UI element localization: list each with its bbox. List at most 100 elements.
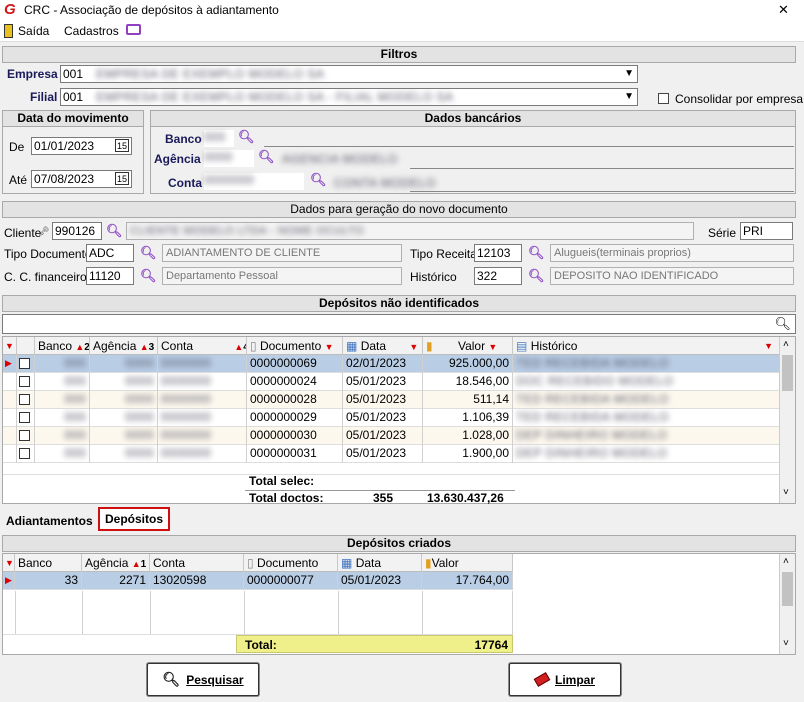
table-row[interactable]: 000 0000 0000000 0000000030 05/01/2023 1.028,… [3,427,779,445]
menu-bar: Saída Cadastros [0,20,804,42]
filter-indicator-icon[interactable]: ▼ [3,554,15,572]
search-icon[interactable]: 🔍︎ [528,268,545,284]
scroll-up-icon[interactable]: ˄ [783,339,789,350]
row-indicator-icon [3,373,17,391]
filter-indicator-icon[interactable]: ▼ [3,337,17,355]
filial-select[interactable]: 001 EMPRESA DE EXEMPLO MODELO SA - FILIA… [60,88,638,106]
limpar-button[interactable]: Limpar [509,663,621,696]
search-icon[interactable]: 🔍︎ [774,316,791,332]
search-icon[interactable]: 🔍︎ [238,129,255,145]
data-ate-input[interactable]: 07/08/2023 15 [31,170,132,188]
criados-total-bar: Total: 17764 [236,635,513,653]
scroll-down-icon[interactable]: ˅ [783,638,789,649]
historico-desc: DEPOSITO NAO IDENTIFICADO [554,270,719,282]
scroll-thumb[interactable] [782,355,793,391]
search-icon[interactable]: 🔍︎ [528,245,545,261]
search-icon[interactable]: 🔍︎ [140,268,157,284]
data-ate-value: 07/08/2023 [34,172,95,186]
chevron-down-icon[interactable]: ▼ [624,66,634,82]
historico-input[interactable]: 322 [474,267,522,285]
calendar-icon[interactable]: 15 [114,172,129,185]
col-data[interactable]: ▦ Data [338,554,422,572]
col-data[interactable]: ▦ Data ▼ [343,337,423,355]
cliente-input[interactable]: 990126 [52,222,102,240]
search-icon[interactable]: 🔍︎ [310,172,327,188]
agencia-input[interactable]: 0000 [204,150,254,167]
col-banco-label[interactable]: Banco ▲2 [35,337,90,355]
cc-financeiro-input[interactable]: 11120 [86,267,134,285]
checkbox-icon[interactable] [19,394,30,406]
col-documento[interactable]: ▯ Documento ▼ [247,337,343,355]
filter-icon[interactable]: ▼ [764,337,773,355]
nao-identificados-grid: ▼ Banco ▲2 Agência ▲3 Conta ▲4 ▯ Documen… [2,336,796,505]
scroll-up-icon[interactable]: ˄ [783,556,789,567]
document-icon: ▯ [250,339,257,353]
empresa-name: EMPRESA DE EXEMPLO MODELO SA [96,67,325,81]
tipo-receita-input[interactable]: 12103 [474,244,522,262]
col-banco[interactable]: Banco [15,554,82,572]
total-doctos-value: 13.630.437,26 [427,491,504,505]
tab-depositos[interactable]: Depósitos [98,507,170,531]
monitor-icon[interactable] [126,24,141,35]
conta-input[interactable]: 0000000 [204,173,304,190]
checkbox-icon[interactable] [19,448,30,460]
vertical-scrollbar[interactable]: ˄ ˅ [779,337,795,503]
filter-icon[interactable]: ▼ [325,342,334,352]
row-checkbox[interactable] [17,355,35,373]
row-checkbox[interactable] [17,445,35,463]
table-row[interactable]: ▶ 33 2271 13020598 0000000077 05/01/2023… [3,572,513,590]
calendar-icon: ▦ [341,556,353,570]
col-agencia[interactable]: Agência ▲1 [82,554,150,572]
col-banco[interactable] [17,337,35,355]
table-row[interactable]: 000 0000 0000000 0000000031 05/01/2023 1.900,… [3,445,779,463]
row-checkbox[interactable] [17,391,35,409]
row-checkbox[interactable] [17,427,35,445]
app-logo-icon: G [4,1,16,18]
cell-agencia-text: 0000 [125,428,154,442]
checkbox-icon[interactable] [19,376,30,388]
data-de-input[interactable]: 01/01/2023 15 [31,137,132,155]
table-row[interactable]: ▶ 000 0000 0000000 0000000069 02/01/2023 925.0… [3,355,779,373]
checkbox-icon[interactable] [19,430,30,442]
tipo-documento-input[interactable]: ADC [86,244,134,262]
scroll-down-icon[interactable]: ˅ [783,487,789,498]
col-documento[interactable]: ▯ Documento [244,554,338,572]
menu-saida[interactable]: Saída [18,24,49,38]
menu-cadastros[interactable]: Cadastros [64,24,119,38]
col-conta[interactable]: Conta ▲4 [158,337,247,355]
pesquisar-button[interactable]: 🔍︎ Pesquisar [147,663,259,696]
col-agencia[interactable]: Agência ▲3 [90,337,158,355]
chevron-down-icon[interactable]: ▼ [624,89,634,105]
tipo-documento-value: ADC [89,246,115,260]
search-icon[interactable]: 🔍︎ [258,149,275,165]
table-row[interactable]: 000 0000 0000000 0000000028 05/01/2023 511,14… [3,391,779,409]
row-checkbox[interactable] [17,409,35,427]
banco-input[interactable]: 000 [204,130,234,147]
table-row[interactable]: 000 0000 0000000 0000000024 05/01/2023 18.546… [3,373,779,391]
serie-input[interactable]: PRI [740,222,793,240]
filter-input[interactable]: 🔍︎ [2,314,796,334]
cc-financeiro-desc: Departamento Pessoal [166,270,278,282]
row-checkbox[interactable] [17,373,35,391]
calendar-icon[interactable]: 15 [114,139,129,152]
tab-adiantamentos[interactable]: Adiantamentos [6,514,93,528]
checkbox-icon[interactable] [19,358,30,370]
checkbox-icon[interactable] [19,412,30,424]
col-valor[interactable]: ▮Valor [422,554,513,572]
col-conta[interactable]: Conta [150,554,244,572]
filter-icon[interactable]: ▼ [409,342,418,352]
filter-icon[interactable]: ▼ [488,342,497,352]
consolidar-checkbox[interactable] [658,93,669,104]
empresa-select[interactable]: 001 EMPRESA DE EXEMPLO MODELO SA ▼ [60,65,638,83]
close-icon[interactable]: ✕ [778,2,789,18]
search-icon[interactable]: 🔍︎ [140,245,157,261]
search-icon[interactable]: 🔍︎ [106,223,123,239]
vertical-scrollbar[interactable]: ˄ ˅ [779,554,795,654]
scroll-thumb[interactable] [782,572,793,606]
cell-conta-text: 0000000 [161,392,212,406]
table-row[interactable]: 000 0000 0000000 0000000029 05/01/2023 1.106,… [3,409,779,427]
col-valor[interactable]: ▮ Valor ▼ [423,337,513,355]
conta-line [410,191,794,192]
document-icon: ▯ [247,556,254,570]
col-historico[interactable]: ▤ Histórico ▼ [513,337,779,355]
